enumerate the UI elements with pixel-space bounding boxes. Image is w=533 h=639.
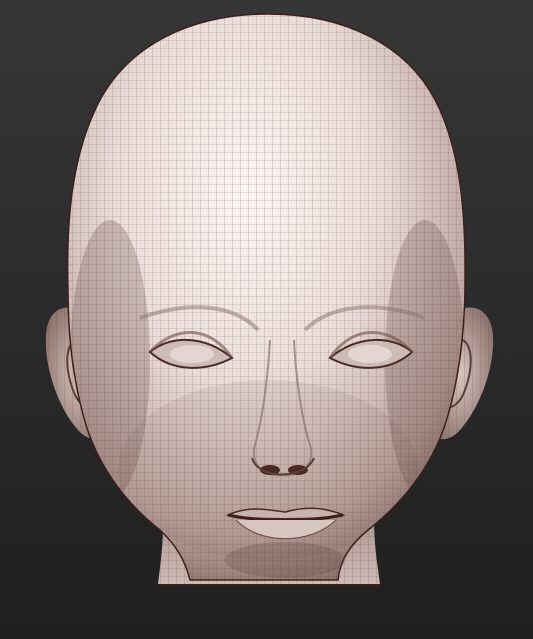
head-sculpt: [45, 13, 494, 586]
3d-viewport[interactable]: [0, 0, 533, 639]
chin-shadow: [225, 542, 345, 578]
